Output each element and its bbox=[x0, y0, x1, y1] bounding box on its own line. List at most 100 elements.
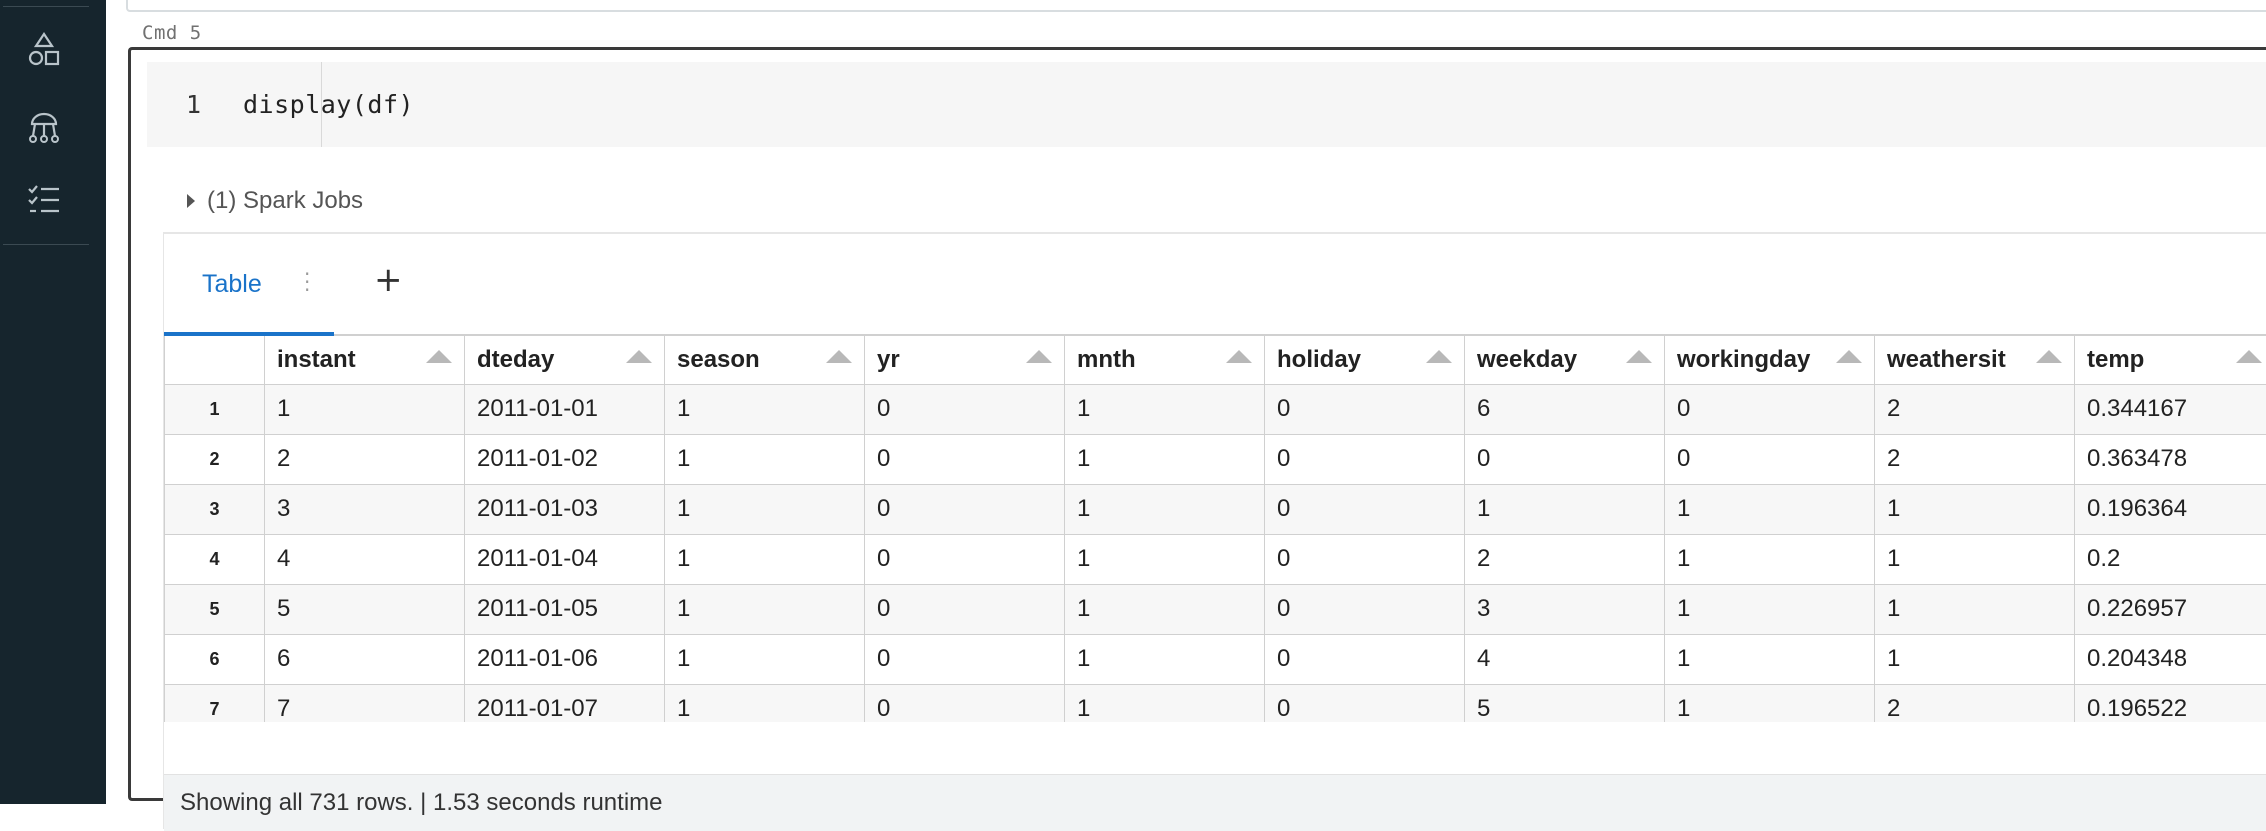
column-header-yr[interactable]: yr bbox=[865, 336, 1065, 384]
table-cell[interactable]: 1 bbox=[1065, 584, 1265, 634]
code-line[interactable]: display(df) bbox=[243, 90, 414, 119]
table-cell[interactable]: 0.196522 bbox=[2075, 684, 2266, 722]
table-cell[interactable]: 0 bbox=[1265, 484, 1465, 534]
table-cell[interactable]: 4 bbox=[265, 534, 465, 584]
table-cell[interactable]: 5 bbox=[265, 584, 465, 634]
add-visualization-button[interactable]: + bbox=[374, 260, 403, 300]
tab-table[interactable]: Table ··· bbox=[164, 234, 334, 334]
table-cell[interactable]: 1 bbox=[1065, 684, 1265, 722]
kebab-menu-icon[interactable]: ··· bbox=[304, 270, 310, 294]
table-cell[interactable]: 0.344167 bbox=[2075, 384, 2266, 434]
table-cell[interactable]: 1 bbox=[1065, 484, 1265, 534]
sort-icon[interactable] bbox=[1026, 350, 1052, 363]
table-cell[interactable]: 0.204348 bbox=[2075, 634, 2266, 684]
table-cell[interactable]: 2 bbox=[265, 434, 465, 484]
table-cell[interactable]: 1 bbox=[665, 484, 865, 534]
sort-icon[interactable] bbox=[626, 350, 652, 363]
table-cell[interactable]: 1 bbox=[1665, 534, 1875, 584]
table-cell[interactable]: 2011-01-07 bbox=[465, 684, 665, 722]
table-cell[interactable]: 1 bbox=[1875, 484, 2075, 534]
table-cell[interactable]: 2011-01-02 bbox=[465, 434, 665, 484]
table-cell[interactable]: 3 bbox=[1465, 584, 1665, 634]
table-cell[interactable]: 1 bbox=[1665, 684, 1875, 722]
sort-icon[interactable] bbox=[426, 350, 452, 363]
table-cell[interactable]: 0 bbox=[1665, 434, 1875, 484]
table-cell[interactable]: 0 bbox=[865, 684, 1065, 722]
column-header-instant[interactable]: instant bbox=[265, 336, 465, 384]
table-cell[interactable]: 1 bbox=[1875, 584, 2075, 634]
table-cell[interactable]: 1 bbox=[1065, 634, 1265, 684]
table-row[interactable]: 332011-01-0310101110.196364 bbox=[165, 484, 2266, 534]
table-cell[interactable]: 0 bbox=[1265, 534, 1465, 584]
table-cell[interactable]: 2011-01-04 bbox=[465, 534, 665, 584]
spark-jobs-toggle[interactable]: (1) Spark Jobs bbox=[187, 187, 363, 215]
table-cell[interactable]: 1 bbox=[665, 634, 865, 684]
table-cell[interactable]: 2 bbox=[1465, 534, 1665, 584]
table-cell[interactable]: 1 bbox=[1065, 534, 1265, 584]
column-header-workingday[interactable]: workingday bbox=[1665, 336, 1875, 384]
shapes-icon[interactable] bbox=[24, 30, 64, 70]
table-cell[interactable]: 2011-01-05 bbox=[465, 584, 665, 634]
table-cell[interactable]: 0 bbox=[865, 434, 1065, 484]
results-table-viewport[interactable]: instantdtedayseasonyrmnthholidayweekdayw… bbox=[164, 336, 2266, 722]
table-cell[interactable]: 1 bbox=[1875, 634, 2075, 684]
table-cell[interactable]: 1 bbox=[665, 434, 865, 484]
sort-icon[interactable] bbox=[1226, 350, 1252, 363]
table-row[interactable]: 442011-01-0410102110.2 bbox=[165, 534, 2266, 584]
table-cell[interactable]: 0 bbox=[1265, 384, 1465, 434]
table-cell[interactable]: 0 bbox=[1665, 384, 1875, 434]
table-cell[interactable]: 4 bbox=[1465, 634, 1665, 684]
table-cell[interactable]: 0.226957 bbox=[2075, 584, 2266, 634]
table-cell[interactable]: 1 bbox=[665, 684, 865, 722]
checklist-icon[interactable] bbox=[24, 180, 64, 220]
table-cell[interactable]: 2 bbox=[1875, 434, 2075, 484]
column-header-dteday[interactable]: dteday bbox=[465, 336, 665, 384]
notebook-cell[interactable]: 1 display(df) (1) Spark Jobs Table ··· + bbox=[128, 47, 2266, 801]
model-tree-icon[interactable] bbox=[24, 106, 64, 146]
table-cell[interactable]: 0 bbox=[1265, 584, 1465, 634]
table-cell[interactable]: 1 bbox=[665, 384, 865, 434]
table-cell[interactable]: 1 bbox=[1065, 384, 1265, 434]
table-cell[interactable]: 0 bbox=[1265, 634, 1465, 684]
table-cell[interactable]: 1 bbox=[665, 534, 865, 584]
sort-icon[interactable] bbox=[1626, 350, 1652, 363]
sort-icon[interactable] bbox=[2236, 350, 2262, 363]
column-header-weathersit[interactable]: weathersit bbox=[1875, 336, 2075, 384]
table-cell[interactable]: 1 bbox=[665, 584, 865, 634]
table-cell[interactable]: 7 bbox=[265, 684, 465, 722]
table-cell[interactable]: 2011-01-01 bbox=[465, 384, 665, 434]
table-cell[interactable]: 0.2 bbox=[2075, 534, 2266, 584]
table-row[interactable]: 112011-01-0110106020.344167 bbox=[165, 384, 2266, 434]
table-cell[interactable]: 2 bbox=[1875, 684, 2075, 722]
table-cell[interactable]: 0 bbox=[865, 534, 1065, 584]
table-cell[interactable]: 0 bbox=[865, 484, 1065, 534]
column-header-holiday[interactable]: holiday bbox=[1265, 336, 1465, 384]
column-header-season[interactable]: season bbox=[665, 336, 865, 384]
table-row[interactable]: 222011-01-0210100020.363478 bbox=[165, 434, 2266, 484]
table-cell[interactable]: 0 bbox=[865, 384, 1065, 434]
table-cell[interactable]: 0 bbox=[1465, 434, 1665, 484]
table-cell[interactable]: 1 bbox=[1875, 534, 2075, 584]
table-row[interactable]: 552011-01-0510103110.226957 bbox=[165, 584, 2266, 634]
column-header-mnth[interactable]: mnth bbox=[1065, 336, 1265, 384]
table-cell[interactable]: 2 bbox=[1875, 384, 2075, 434]
sort-icon[interactable] bbox=[2036, 350, 2062, 363]
sort-icon[interactable] bbox=[1426, 350, 1452, 363]
table-cell[interactable]: 0 bbox=[865, 634, 1065, 684]
table-cell[interactable]: 2011-01-03 bbox=[465, 484, 665, 534]
table-cell[interactable]: 0 bbox=[1265, 434, 1465, 484]
code-editor[interactable]: 1 display(df) bbox=[147, 62, 2266, 147]
table-row[interactable]: 662011-01-0610104110.204348 bbox=[165, 634, 2266, 684]
table-cell[interactable]: 3 bbox=[265, 484, 465, 534]
table-row[interactable]: 772011-01-0710105120.196522 bbox=[165, 684, 2266, 722]
table-cell[interactable]: 5 bbox=[1465, 684, 1665, 722]
table-cell[interactable]: 1 bbox=[1465, 484, 1665, 534]
table-cell[interactable]: 1 bbox=[1665, 634, 1875, 684]
table-cell[interactable]: 1 bbox=[265, 384, 465, 434]
column-header-temp[interactable]: temp bbox=[2075, 336, 2266, 384]
table-cell[interactable]: 1 bbox=[1665, 484, 1875, 534]
table-cell[interactable]: 6 bbox=[265, 634, 465, 684]
table-cell[interactable]: 2011-01-06 bbox=[465, 634, 665, 684]
table-cell[interactable]: 1 bbox=[1665, 584, 1875, 634]
table-cell[interactable]: 0.363478 bbox=[2075, 434, 2266, 484]
